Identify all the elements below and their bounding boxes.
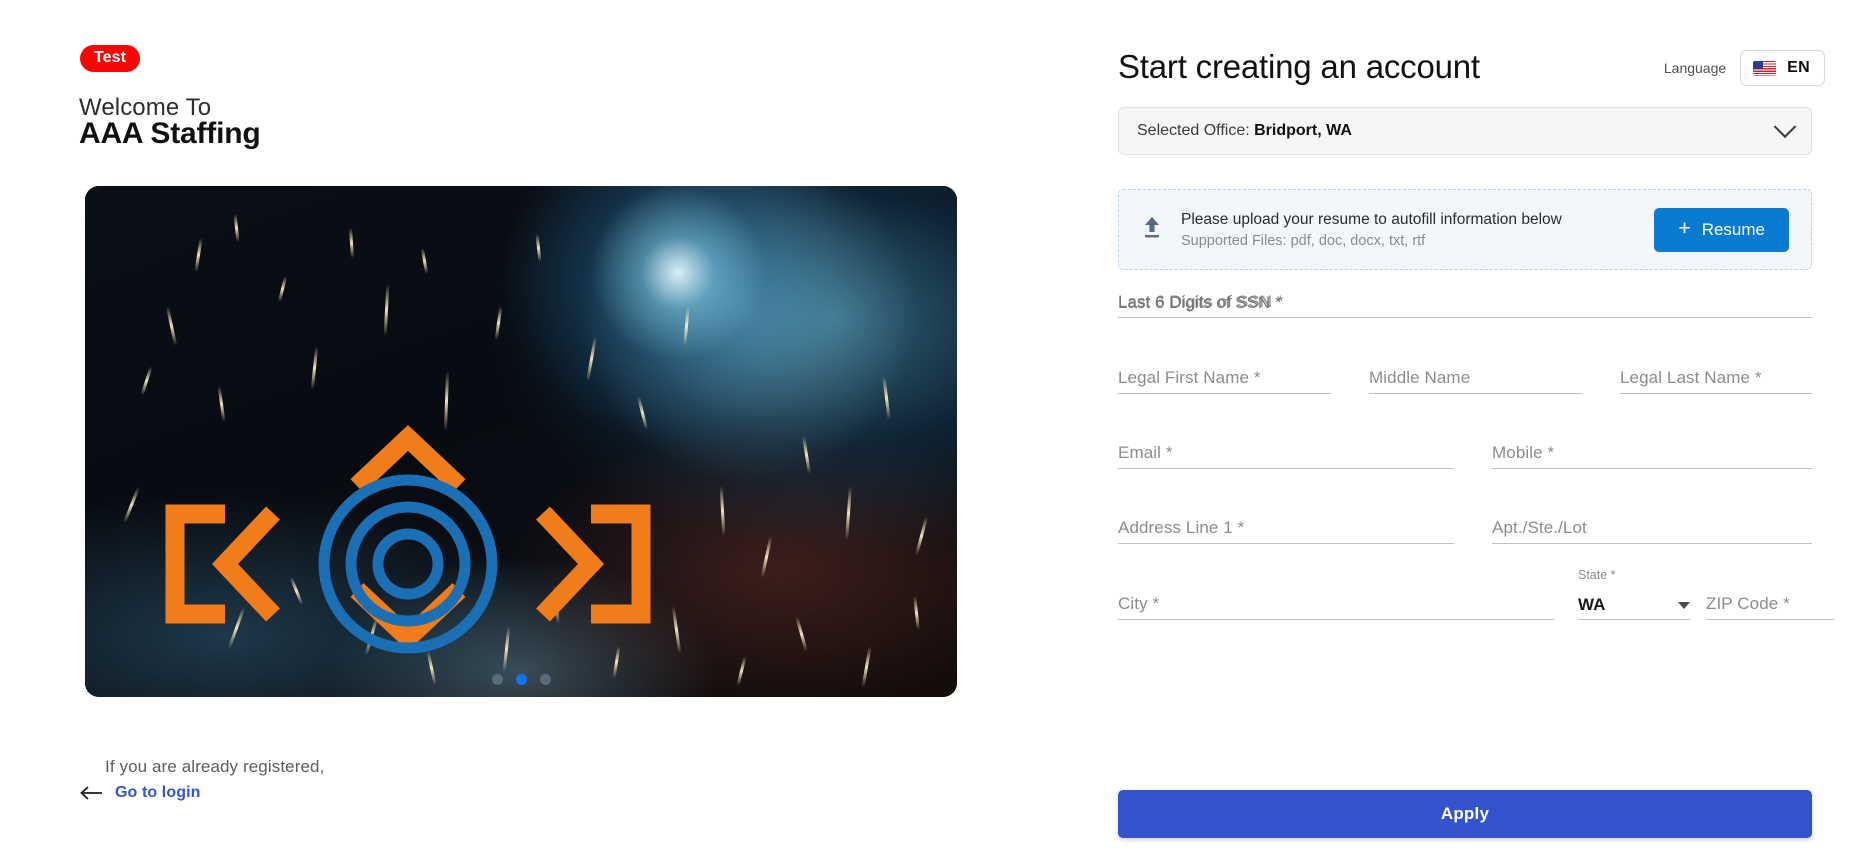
middle-name-input[interactable] bbox=[1369, 364, 1582, 393]
environment-badge: Test bbox=[80, 45, 141, 73]
language-selector[interactable]: Language EN bbox=[1664, 50, 1825, 86]
signup-page: Test Welcome To AAA Staffing If you are … bbox=[0, 0, 1857, 864]
chevron-down-icon bbox=[1773, 115, 1797, 139]
middle-name-field[interactable]: Middle Name bbox=[1369, 364, 1582, 394]
zip-code-input[interactable] bbox=[1706, 590, 1834, 619]
add-resume-label: Resume bbox=[1701, 219, 1765, 239]
arrow-left-icon bbox=[80, 785, 104, 801]
already-registered-text: If you are already registered, bbox=[105, 757, 325, 776]
language-button[interactable]: EN bbox=[1740, 50, 1825, 86]
upload-message: Please upload your resume to autofill in… bbox=[1181, 211, 1562, 229]
upload-icon bbox=[1139, 214, 1165, 245]
plus-icon: + bbox=[1678, 217, 1691, 240]
left-branding-panel: Test Welcome To AAA Staffing If you are … bbox=[0, 0, 1020, 864]
language-code: EN bbox=[1787, 59, 1810, 76]
selected-office-value: Bridport, WA bbox=[1254, 122, 1352, 139]
email-input[interactable] bbox=[1118, 439, 1454, 468]
carousel-dot-active[interactable] bbox=[515, 674, 527, 685]
language-label: Language bbox=[1663, 60, 1727, 76]
go-to-login-link[interactable]: Go to login bbox=[80, 784, 201, 802]
carousel-dot[interactable] bbox=[539, 674, 551, 685]
carousel-dot[interactable] bbox=[491, 674, 503, 685]
signup-form-panel: Start creating an account Language EN Se… bbox=[1020, 0, 1857, 864]
caret-down-icon bbox=[1678, 602, 1690, 609]
ssn-field[interactable]: Last 6 Digits of SSN * bbox=[1118, 288, 1812, 318]
zip-code-field[interactable]: ZIP Code * bbox=[1706, 590, 1834, 620]
selected-office-text: Selected Office: Bridport, WA bbox=[1137, 122, 1777, 140]
address-line-1-field[interactable]: Address Line 1 * bbox=[1118, 514, 1454, 544]
go-to-login-label: Go to login bbox=[115, 784, 201, 801]
state-dropdown[interactable]: State * WA bbox=[1578, 568, 1690, 620]
last-name-field[interactable]: Legal Last Name * bbox=[1620, 364, 1812, 394]
last-name-input[interactable] bbox=[1620, 364, 1812, 393]
company-name: AAA Staffing bbox=[79, 117, 261, 150]
city-field[interactable]: City * bbox=[1118, 590, 1554, 620]
apt-ste-lot-field[interactable]: Apt./Ste./Lot bbox=[1492, 514, 1812, 544]
address-line-1-input[interactable] bbox=[1118, 514, 1454, 543]
hero-target-overlay-graphic bbox=[165, 424, 651, 654]
hero-carousel[interactable] bbox=[85, 186, 957, 697]
mobile-input[interactable] bbox=[1492, 439, 1812, 468]
page-title: Start creating an account bbox=[1118, 48, 1480, 85]
first-name-input[interactable] bbox=[1118, 364, 1331, 393]
first-name-field[interactable]: Legal First Name * bbox=[1118, 364, 1331, 394]
email-field[interactable]: Email * bbox=[1118, 439, 1454, 469]
us-flag-icon bbox=[1753, 60, 1777, 76]
selected-office-prefix: Selected Office: bbox=[1137, 122, 1250, 139]
add-resume-button[interactable]: + Resume bbox=[1654, 207, 1789, 252]
upload-texts: Please upload your resume to autofill in… bbox=[1181, 210, 1654, 248]
apply-button[interactable]: Apply bbox=[1118, 790, 1812, 838]
selected-office-dropdown[interactable]: Selected Office: Bridport, WA bbox=[1118, 107, 1812, 155]
apt-ste-lot-input[interactable] bbox=[1492, 514, 1812, 543]
state-value: WA bbox=[1578, 595, 1606, 614]
city-input[interactable] bbox=[1118, 590, 1554, 619]
ssn-input[interactable] bbox=[1118, 288, 1812, 317]
state-label: State * bbox=[1578, 568, 1616, 582]
carousel-dots[interactable] bbox=[85, 674, 957, 685]
upload-supported-files: Supported Files: pdf, doc, docx, txt, rt… bbox=[1181, 232, 1426, 249]
resume-upload-box[interactable]: Please upload your resume to autofill in… bbox=[1118, 189, 1812, 270]
mobile-field[interactable]: Mobile * bbox=[1492, 439, 1812, 469]
